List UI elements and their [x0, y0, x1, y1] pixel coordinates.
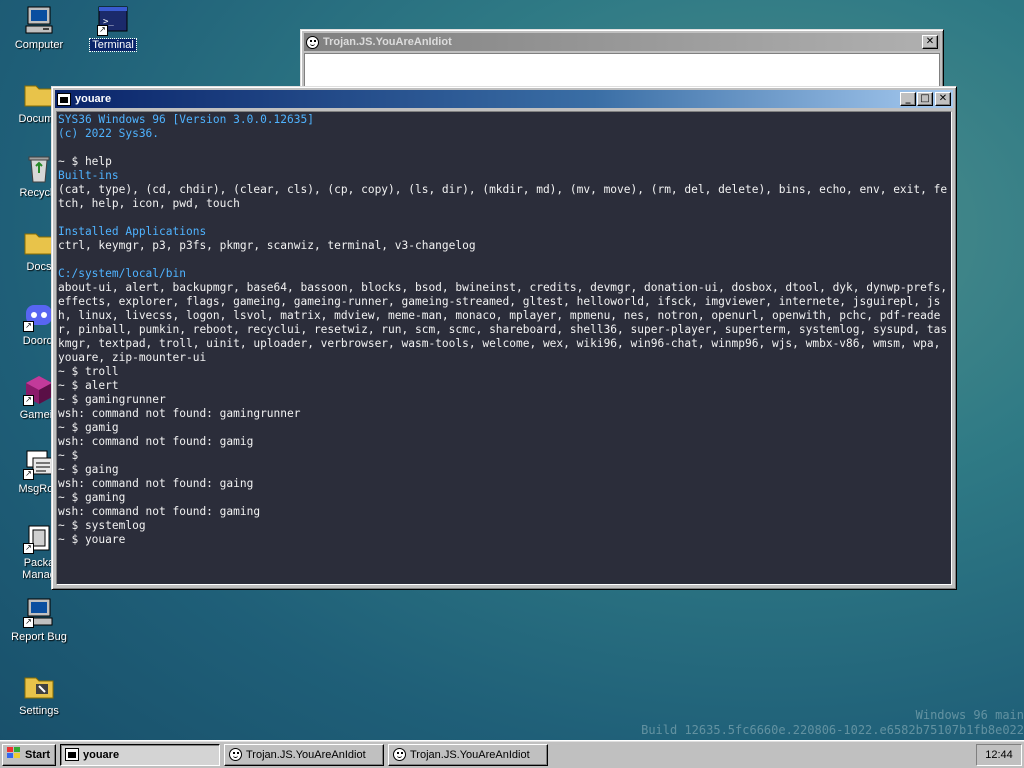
smiley-icon: [306, 35, 319, 49]
desktop-icon-terminal[interactable]: >_ ↗ Terminal: [76, 4, 150, 52]
desktop-icon-computer[interactable]: Computer: [2, 4, 76, 51]
minimize-button[interactable]: _: [900, 92, 916, 106]
smiley-icon: [393, 748, 406, 761]
close-button[interactable]: ✕: [922, 35, 938, 49]
start-button[interactable]: Start: [2, 743, 56, 766]
maximize-button[interactable]: □: [917, 92, 933, 106]
watermark-line1: Windows 96 main: [915, 708, 1024, 722]
terminal-window-icon: [65, 748, 79, 761]
clock[interactable]: 12:44: [985, 749, 1013, 761]
window-title: youare: [75, 93, 112, 105]
terminal-line: ~ $ help: [58, 155, 112, 168]
terminal-line: SYS36 Windows 96 [Version 3.0.0.12635]: [58, 113, 314, 126]
build-watermark: Windows 96 main Build 12635.5fc6660e.2208…: [641, 708, 1024, 738]
terminal-line: ~ $: [58, 449, 79, 462]
desktop-icon-label: Docs: [26, 261, 52, 273]
task-button-trojan-1[interactable]: Trojan.JS.YouAreAnIdiot: [224, 743, 384, 766]
terminal-line: (c) 2022 Sys36.: [58, 127, 160, 140]
task-label: youare: [83, 748, 120, 761]
settings-icon: [23, 670, 55, 702]
watermark-line2: Build 12635.5fc6660e.220806-1022.e6582b7…: [641, 723, 1024, 737]
terminal-line: wsh: command not found: gamig: [58, 435, 254, 448]
terminal-line: wsh: command not found: gaing: [58, 477, 254, 490]
terminal-line: wsh: command not found: gaming: [58, 505, 261, 518]
terminal-line: ~ $ gaing: [58, 463, 119, 476]
report-bug-icon: ↗: [23, 596, 55, 628]
desktop-icon-label: Computer: [14, 39, 64, 51]
terminal-line: ~ $ gamingrunner: [58, 393, 166, 406]
terminal-line: (cat, type), (cd, chdir), (clear, cls), …: [58, 183, 948, 210]
task-label: Trojan.JS.YouAreAnIdiot: [246, 748, 366, 761]
computer-icon: [23, 4, 55, 36]
window-title: Trojan.JS.YouAreAnIdiot: [323, 36, 452, 48]
trojan-window-titlebar[interactable]: Trojan.JS.YouAreAnIdiot ✕: [304, 33, 940, 51]
desktop-icon-label: Report Bug: [11, 631, 67, 643]
windows-logo-icon: [7, 747, 21, 762]
terminal-line: Installed Applications: [58, 225, 207, 238]
start-label: Start: [25, 748, 51, 761]
terminal-icon: >_ ↗: [97, 4, 129, 36]
task-label: Trojan.JS.YouAreAnIdiot: [410, 748, 530, 761]
task-button-trojan-2[interactable]: Trojan.JS.YouAreAnIdiot: [388, 743, 548, 766]
desktop-icon-settings[interactable]: Settings: [2, 670, 76, 717]
terminal-window[interactable]: youare _ □ ✕ SYS36 Windows 96 [Version 3…: [51, 86, 957, 590]
terminal-line: about-ui, alert, backupmgr, base64, bass…: [58, 281, 948, 364]
terminal-line: ~ $ alert: [58, 379, 119, 392]
terminal-line: ~ $ gaming: [58, 491, 126, 504]
shortcut-arrow-icon: ↗: [23, 543, 34, 554]
terminal-line: ~ $ youare: [58, 533, 126, 546]
smiley-icon: [229, 748, 242, 761]
shortcut-arrow-icon: ↗: [97, 25, 108, 36]
shortcut-arrow-icon: ↗: [23, 469, 34, 480]
terminal-line: ~ $ troll: [58, 365, 119, 378]
desktop-icon-report-bug[interactable]: ↗ Report Bug: [2, 596, 76, 643]
terminal-output[interactable]: SYS36 Windows 96 [Version 3.0.0.12635] (c…: [56, 111, 952, 585]
terminal-line: ctrl, keymgr, p3, p3fs, pkmgr, scanwiz, …: [58, 239, 476, 252]
desktop-icon-label: Terminal: [89, 38, 137, 52]
shortcut-arrow-icon: ↗: [23, 395, 34, 406]
terminal-window-icon: [57, 92, 71, 106]
terminal-line: wsh: command not found: gamingrunner: [58, 407, 301, 420]
shortcut-arrow-icon: ↗: [23, 321, 34, 332]
task-button-youare[interactable]: youare: [60, 743, 220, 766]
terminal-line: ~ $ systemlog: [58, 519, 146, 532]
desktop-icon-label: Settings: [19, 705, 59, 717]
shortcut-arrow-icon: ↗: [23, 617, 34, 628]
terminal-window-titlebar[interactable]: youare _ □ ✕: [55, 90, 953, 108]
terminal-line: Built-ins: [58, 169, 119, 182]
taskbar: Start youare Trojan.JS.YouAreAnIdiot Tro…: [0, 740, 1024, 768]
close-button[interactable]: ✕: [935, 92, 951, 106]
terminal-line: ~ $ gamig: [58, 421, 119, 434]
system-tray: 12:44: [976, 743, 1022, 766]
terminal-line: C:/system/local/bin: [58, 267, 186, 280]
